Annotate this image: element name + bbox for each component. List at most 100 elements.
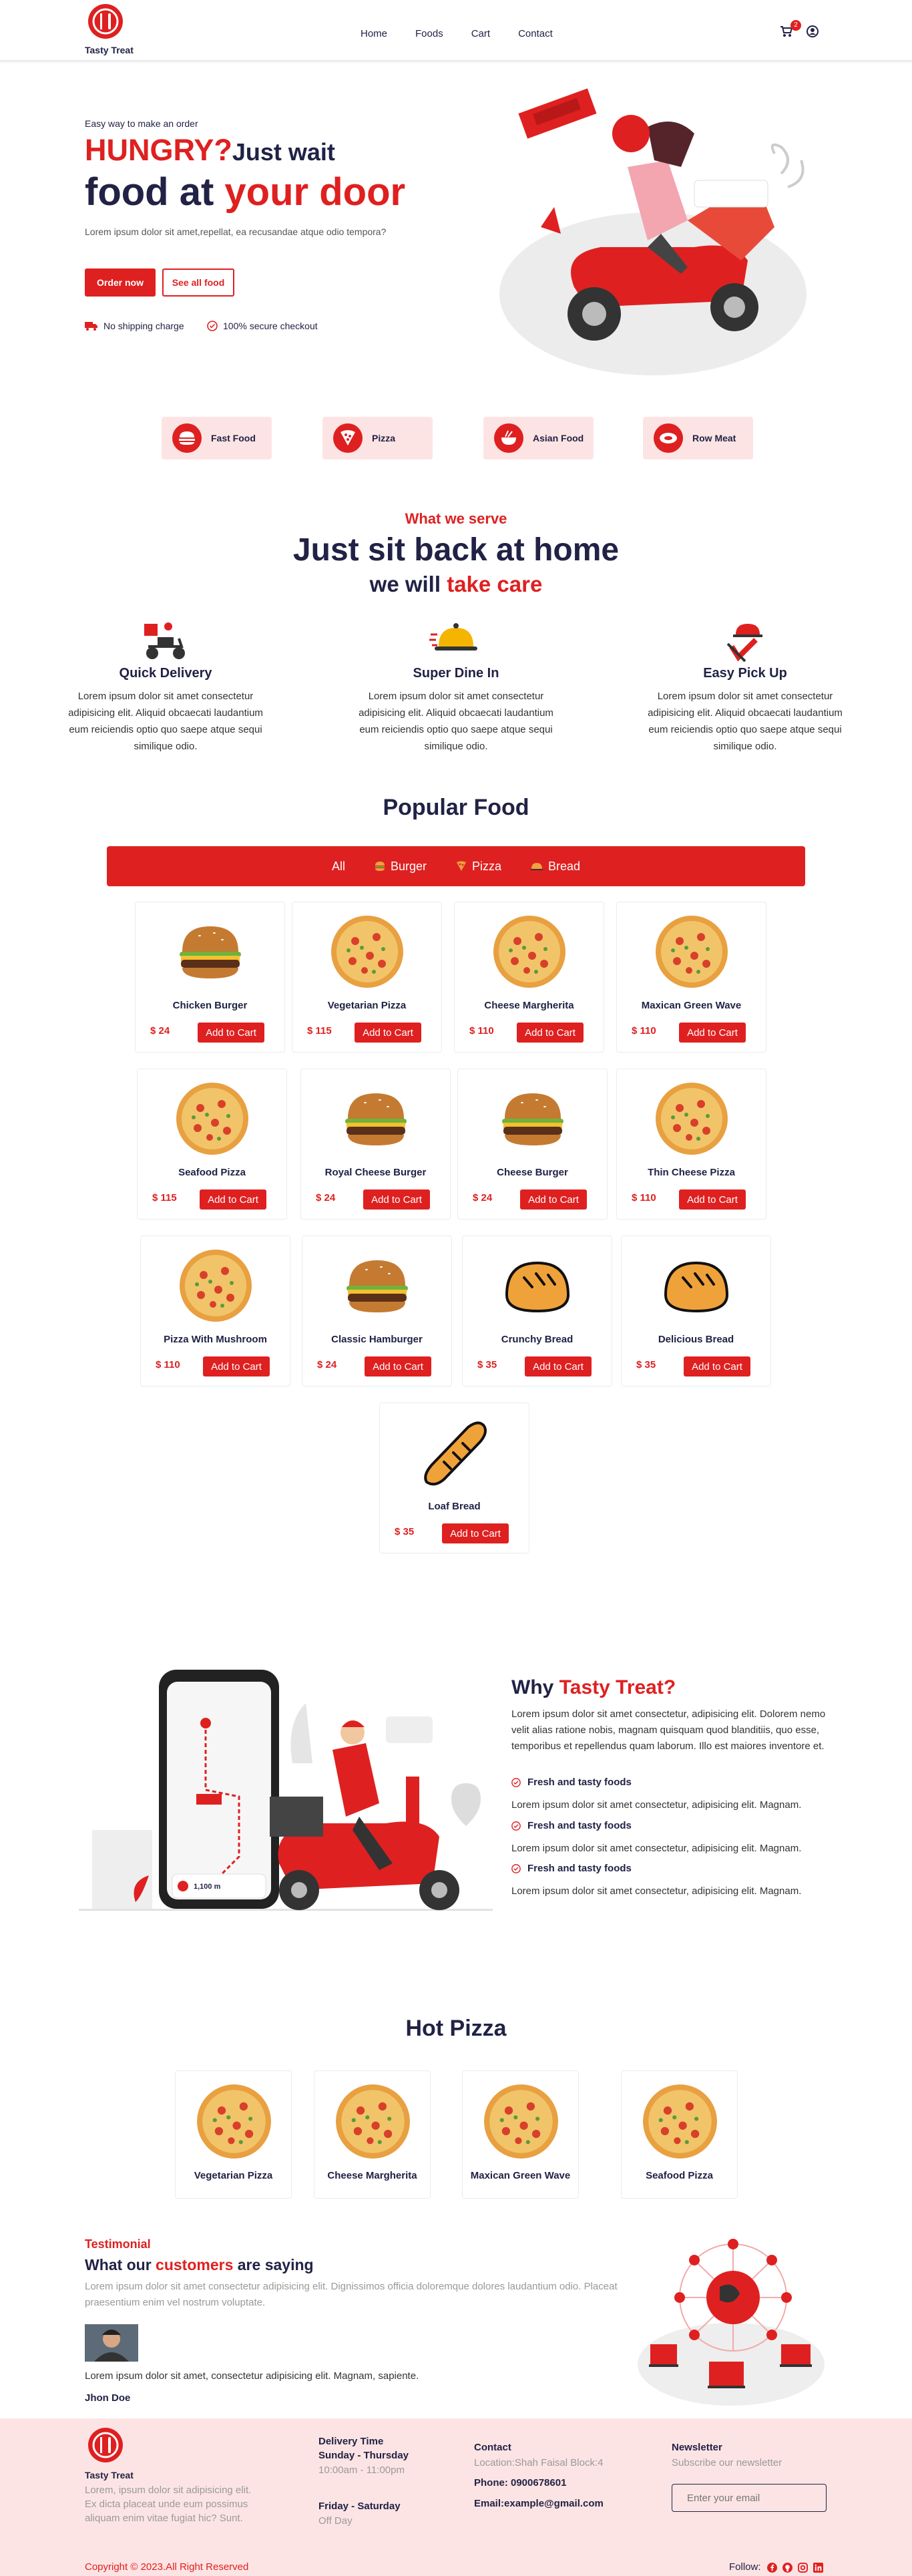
pizza-image [493,916,565,988]
pizza-image [180,1250,252,1322]
delivery-days-2: Friday - Saturday [318,2501,401,2512]
burger-icon [375,862,385,871]
order-now-button[interactable]: Order now [85,268,156,297]
product-name: Vegetarian Pizza [327,1000,407,1011]
add-to-cart-button[interactable]: Add to Cart [517,1023,584,1043]
add-to-cart-button[interactable]: Add to Cart [363,1189,430,1210]
nav-cart[interactable]: Cart [471,28,490,39]
github-icon[interactable] [782,2563,792,2573]
category-fast-food[interactable]: Fast Food [162,417,272,459]
brand-logo[interactable]: Tasty Treat [85,3,134,55]
why-item-title: Fresh and tasty foods [511,1863,632,1874]
product-price: $ 24 [473,1192,493,1204]
add-to-cart-button[interactable]: Add to Cart [198,1023,264,1043]
hot-pizza-card[interactable]: Seafood Pizza [621,2070,738,2199]
product-card[interactable]: Cheese Burger $ 24 Add to Cart [457,1069,608,1220]
linkedin-icon[interactable] [813,2563,823,2573]
add-to-cart-button[interactable]: Add to Cart [679,1189,746,1210]
service-title: Easy Pick Up [703,666,787,681]
why-item-text: Lorem ipsum dolor sit amet consectetur, … [511,1843,802,1854]
nav-contact[interactable]: Contact [518,28,553,39]
product-card[interactable]: Seafood Pizza $ 115 Add to Cart [137,1069,287,1220]
product-card[interactable]: Maxican Green Wave $ 110 Add to Cart [616,902,766,1053]
category-label: Row Meat [692,433,736,443]
add-to-cart-button[interactable]: Add to Cart [203,1356,270,1376]
add-to-cart-button[interactable]: Add to Cart [365,1356,431,1376]
user-button[interactable] [807,25,819,41]
category-asian-food[interactable]: Asian Food [483,417,594,459]
product-price: $ 110 [632,1025,656,1037]
tab-label: Bread [548,859,581,873]
product-card[interactable]: Vegetarian Pizza $ 115 Add to Cart [292,902,442,1053]
service-title: Super Dine In [413,666,499,681]
product-card[interactable]: Chicken Burger $ 24 Add to Cart [135,902,285,1053]
service-title: Quick Delivery [119,666,212,681]
loaf-image [424,1421,487,1486]
tab-bread[interactable]: Bread [531,860,580,874]
add-to-cart-button[interactable]: Add to Cart [520,1189,587,1210]
tab-burger[interactable]: Burger [375,860,427,874]
add-to-cart-button[interactable]: Add to Cart [200,1189,266,1210]
add-to-cart-button[interactable]: Add to Cart [525,1356,592,1376]
footer-logo[interactable] [85,2426,126,2468]
product-card[interactable]: Pizza With Mushroom $ 110 Add to Cart [140,1236,290,1387]
pizza-image [197,2084,271,2159]
nav-home[interactable]: Home [361,28,387,39]
facebook-icon[interactable] [767,2563,777,2573]
newsletter-email-input[interactable] [672,2484,827,2512]
testimonial-intro: Lorem ipsum dolor sit amet consectetur a… [85,2281,618,2308]
product-card[interactable]: Crunchy Bread $ 35 Add to Cart [462,1236,612,1387]
check-circle-icon [207,321,218,331]
add-to-cart-button[interactable]: Add to Cart [355,1023,421,1043]
see-all-food-button[interactable]: See all food [162,268,234,297]
noodles-icon [494,423,523,453]
check-circle-icon [511,1777,521,1787]
hot-pizza-card[interactable]: Vegetarian Pizza [175,2070,292,2199]
nav-foods[interactable]: Foods [415,28,443,39]
product-card[interactable]: Delicious Bread $ 35 Add to Cart [621,1236,771,1387]
why-item-label: Fresh and tasty foods [527,1777,632,1788]
product-card[interactable]: Loaf Bread $ 35 Add to Cart [379,1403,529,1553]
product-name: Chicken Burger [172,1000,248,1011]
product-name: Delicious Bread [658,1334,734,1345]
serve-sub-b: take care [447,572,543,596]
contact-email[interactable]: Email:example@gmail.com [474,2497,604,2511]
instagram-icon[interactable] [798,2563,808,2573]
pizza-image [643,2084,717,2159]
add-to-cart-button[interactable]: Add to Cart [442,1523,509,1543]
cart-button[interactable]: 2 [780,20,801,39]
product-card[interactable]: Cheese Margherita $ 110 Add to Cart [454,902,604,1053]
tab-pizza[interactable]: Pizza [456,860,501,874]
add-to-cart-button[interactable]: Add to Cart [684,1356,750,1376]
product-name: Classic Hamburger [331,1334,423,1345]
add-to-cart-button[interactable]: Add to Cart [679,1023,746,1043]
why-item-text: Lorem ipsum dolor sit amet consectetur, … [511,1799,802,1811]
product-card[interactable]: Thin Cheese Pizza $ 110 Add to Cart [616,1069,766,1220]
delivery-days-1: Sunday - Thursday [318,2450,409,2461]
contact-phone[interactable]: Phone: 0900678601 [474,2476,566,2491]
category-row-meat[interactable]: Row Meat [643,417,753,459]
product-card[interactable]: Classic Hamburger $ 24 Add to Cart [302,1236,452,1387]
category-pizza[interactable]: Pizza [322,417,433,459]
serve-title: Just sit back at home [292,532,620,568]
product-card[interactable]: Royal Cheese Burger $ 24 Add to Cart [300,1069,451,1220]
tab-all[interactable]: All [332,860,345,874]
burger-image [180,926,241,978]
logo-icon [87,3,124,40]
product-price: $ 115 [307,1025,332,1037]
product-price: $ 24 [317,1359,337,1370]
contact-location: Location:Shah Faisal Block:4 [474,2457,604,2468]
product-name: Maxican Green Wave [641,1000,742,1011]
hero-hungry: HUNGRY? [85,133,232,167]
social-links [767,2563,823,2573]
why-item-label: Fresh and tasty foods [527,1863,632,1874]
testimonial-quote: Lorem ipsum dolor sit amet, consectetur … [85,2370,419,2382]
hot-pizza-card[interactable]: Cheese Margherita [314,2070,431,2199]
pizza-image [336,2084,410,2159]
delivery-hours-2: Off Day [318,2515,353,2527]
service-easy-pick-up: Easy Pick Up Lorem ipsum dolor sit amet … [638,620,852,755]
service-super-dine-in: Super Dine In Lorem ipsum dolor sit amet… [349,620,563,755]
hot-pizza-card[interactable]: Maxican Green Wave [462,2070,579,2199]
product-name: Cheese Margherita [484,1000,574,1011]
feature-shipping: No shipping charge [85,321,184,331]
